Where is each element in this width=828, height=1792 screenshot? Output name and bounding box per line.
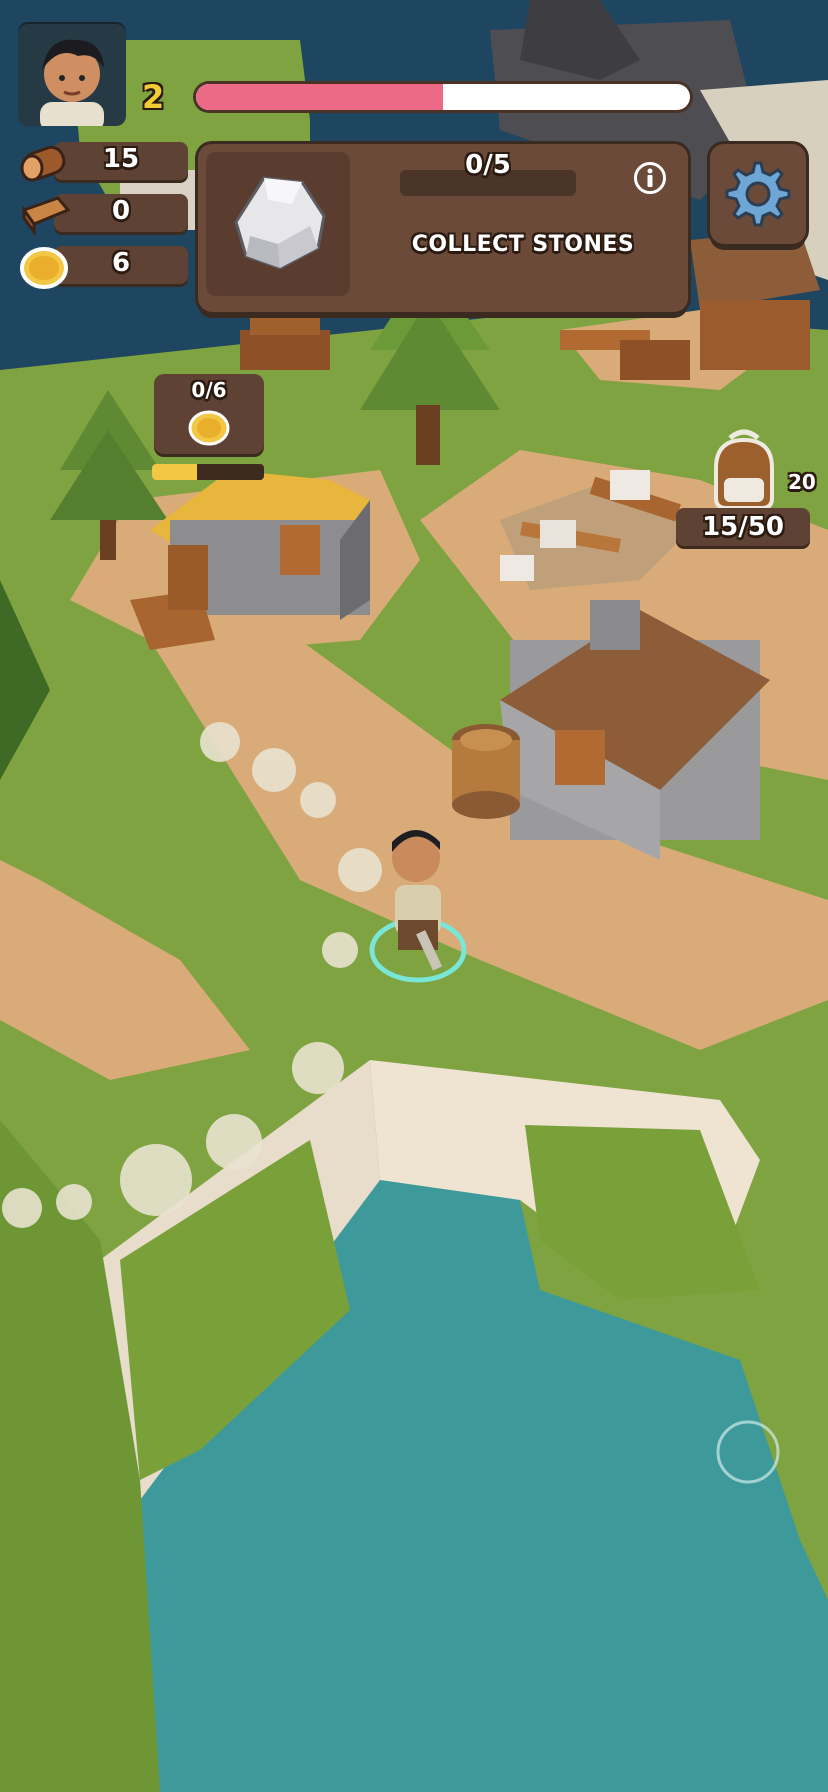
gear-icon [725, 161, 791, 227]
player-avatar[interactable] [18, 22, 126, 126]
building-coin-progress: 0/6 [191, 378, 227, 402]
build-progress-fill [152, 464, 197, 480]
quest-image [206, 152, 350, 296]
coin-icon [188, 410, 230, 446]
xp-progress-bar [196, 84, 690, 110]
quest-progress-text: 0/5 [465, 150, 511, 180]
log-icon [20, 145, 66, 182]
settings-button[interactable] [710, 144, 806, 244]
coins-count: 6 [111, 248, 131, 278]
xp-progress-fill [196, 84, 443, 110]
building-coin-requirement[interactable]: 0/6 [154, 374, 264, 454]
quest-panel[interactable]: 0/5 COLLECT STONES [198, 144, 688, 312]
backpack-capacity: 15/50 [676, 508, 810, 546]
coin-icon [20, 247, 68, 289]
backpack-icon [714, 429, 774, 510]
barrel [452, 724, 520, 819]
logs-count: 15 [102, 144, 140, 174]
resource-planks: 0 [21, 194, 188, 237]
avatar-portrait-icon [40, 39, 104, 126]
quest-title: COLLECT STONES [411, 232, 635, 257]
backpack-side-value: 20 [788, 470, 816, 494]
build-progress-bar [152, 464, 264, 480]
resource-logs: 15 [20, 142, 188, 182]
player-level: 2 [142, 78, 165, 116]
backpack-indicator[interactable]: 20 15/50 [676, 428, 828, 548]
planks-count: 0 [111, 196, 131, 226]
info-icon [647, 168, 653, 187]
log-pile [240, 310, 330, 370]
stone-icon [234, 176, 326, 270]
plank-icon [21, 196, 71, 237]
resource-coins: 6 [20, 246, 188, 289]
info-button[interactable] [634, 162, 666, 194]
